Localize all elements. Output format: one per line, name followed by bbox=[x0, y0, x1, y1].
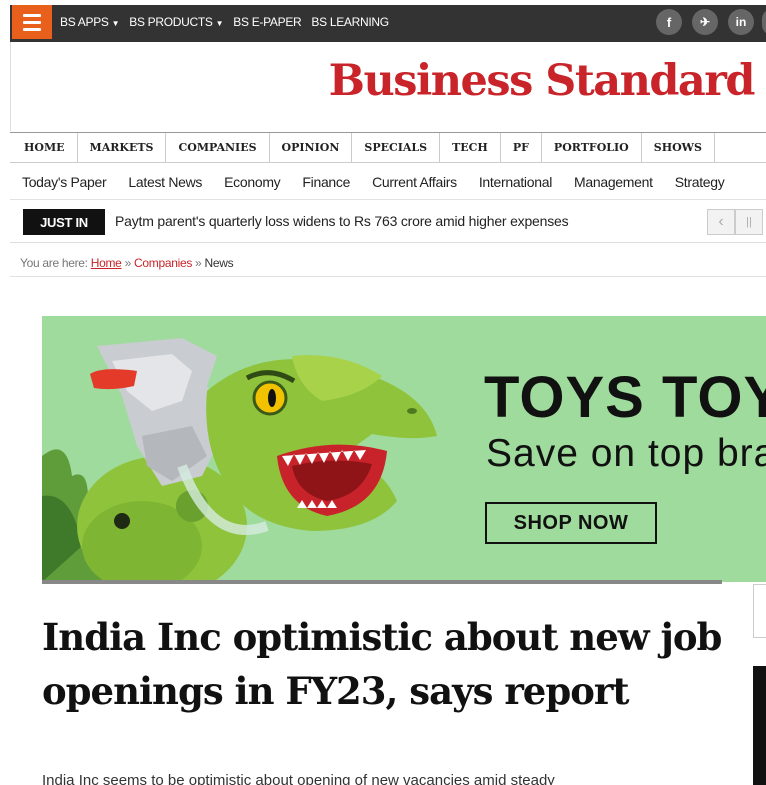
nav-opinion[interactable]: OPINION bbox=[270, 133, 353, 162]
telegram-icon[interactable]: ✈ bbox=[692, 9, 718, 35]
breadcrumb-companies[interactable]: Companies bbox=[134, 256, 192, 270]
caret-down-icon: ▼ bbox=[215, 19, 224, 28]
ticker-pause-button[interactable]: || bbox=[735, 209, 763, 235]
subnav-latest-news[interactable]: Latest News bbox=[128, 174, 202, 190]
top-nav-bs-products[interactable]: BS PRODUCTS ▼ bbox=[129, 15, 223, 29]
nav-specials[interactable]: SPECIALS bbox=[352, 133, 441, 162]
nav-shows[interactable]: SHOWS bbox=[642, 133, 715, 162]
ticker-headline[interactable]: Paytm parent's quarterly loss widens to … bbox=[115, 213, 569, 229]
subnav-management[interactable]: Management bbox=[574, 174, 653, 190]
top-nav-bs-learning[interactable]: BS LEARNING bbox=[311, 15, 389, 29]
menu-icon[interactable] bbox=[12, 5, 52, 39]
top-bar: BS APPS ▼ BS PRODUCTS ▼ BS E-PAPER BS LEAR… bbox=[10, 5, 766, 42]
ad-subtitle: Save on top brands bbox=[486, 432, 766, 475]
sidebar-dark-panel bbox=[753, 666, 766, 785]
ad-divider bbox=[42, 580, 722, 584]
nav-home[interactable]: HOME bbox=[10, 133, 78, 162]
just-in-label: JUST IN bbox=[23, 209, 105, 235]
nav-tech[interactable]: TECH bbox=[440, 133, 501, 162]
nav-portfolio[interactable]: PORTFOLIO bbox=[542, 133, 642, 162]
breadcrumb-current: News bbox=[204, 256, 234, 270]
sub-nav: Today's Paper Latest News Economy Financ… bbox=[10, 164, 766, 200]
toy-dinosaur-image bbox=[42, 338, 437, 582]
ticker-prev-button[interactable]: ‹ bbox=[707, 209, 735, 235]
nav-pf[interactable]: PF bbox=[501, 133, 542, 162]
article-summary: India Inc seems to be optimistic about o… bbox=[42, 772, 555, 785]
masthead: Business Standard bbox=[10, 42, 766, 131]
subnav-current-affairs[interactable]: Current Affairs bbox=[372, 174, 457, 190]
subnav-strategy[interactable]: Strategy bbox=[675, 174, 725, 190]
sidebar-box bbox=[753, 584, 766, 638]
top-nav-bs-apps[interactable]: BS APPS ▼ bbox=[60, 15, 120, 29]
nav-companies[interactable]: COMPANIES bbox=[166, 133, 270, 162]
ad-shop-now-button[interactable]: SHOP NOW bbox=[485, 502, 657, 544]
divider bbox=[10, 276, 766, 277]
main-nav: HOME MARKETS COMPANIES OPINION SPECIALS … bbox=[10, 132, 766, 163]
subnav-international[interactable]: International bbox=[479, 174, 552, 190]
subnav-todays-paper[interactable]: Today's Paper bbox=[22, 174, 107, 190]
ad-banner[interactable]: TOYS TOYS Save on top brands SHOP NOW bbox=[42, 316, 766, 582]
subnav-finance[interactable]: Finance bbox=[302, 174, 350, 190]
article-title: India Inc optimistic about new job openi… bbox=[42, 615, 722, 713]
linkedin-icon[interactable]: in bbox=[728, 9, 754, 35]
breadcrumb-home[interactable]: Home bbox=[91, 256, 122, 270]
caret-down-icon: ▼ bbox=[111, 19, 120, 28]
facebook-icon[interactable]: f bbox=[656, 9, 682, 35]
site-logo[interactable]: Business Standard bbox=[329, 56, 756, 106]
subnav-economy[interactable]: Economy bbox=[224, 174, 281, 190]
top-nav-bs-epaper[interactable]: BS E-PAPER bbox=[233, 15, 301, 29]
just-in-ticker: JUST IN Paytm parent's quarterly loss wi… bbox=[10, 201, 766, 243]
social-icon-partial[interactable] bbox=[762, 9, 766, 35]
top-nav: BS APPS ▼ BS PRODUCTS ▼ BS E-PAPER BS LEAR… bbox=[60, 5, 389, 39]
nav-markets[interactable]: MARKETS bbox=[78, 133, 167, 162]
ad-title: TOYS TOYS bbox=[484, 365, 766, 430]
breadcrumb: You are here: Home » Companies » News bbox=[20, 256, 234, 270]
